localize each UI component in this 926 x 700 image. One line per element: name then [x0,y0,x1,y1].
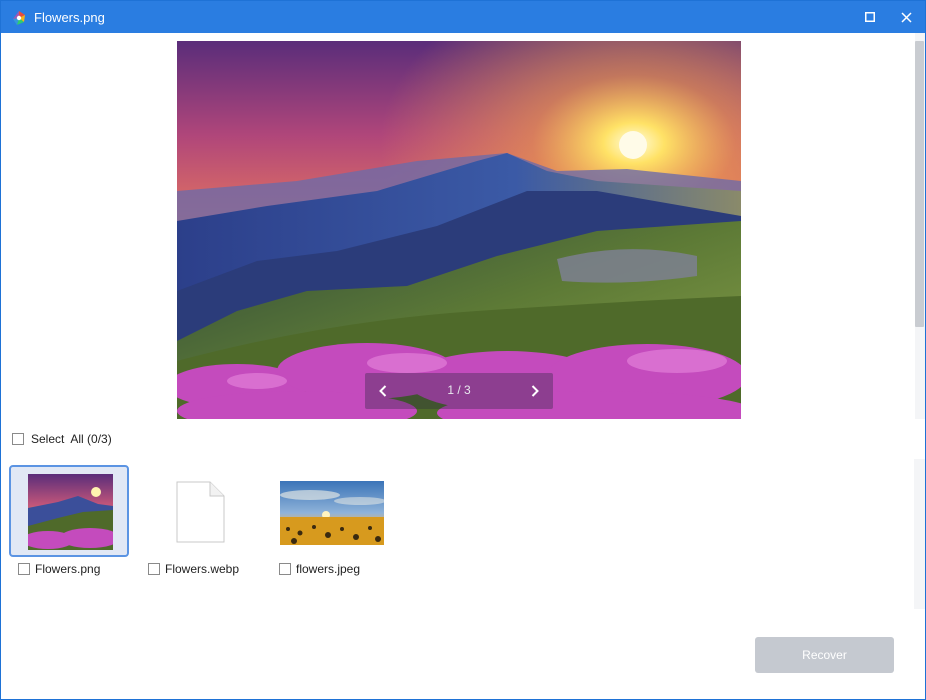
file-preview-window: Flowers.png 1 / 3 Select All (0/3) Flowe… [0,0,926,700]
file-thumbnail-frame[interactable] [270,465,390,557]
chevron-left-icon [379,385,387,397]
close-button[interactable] [889,1,923,33]
window-title: Flowers.png [34,10,105,25]
recover-button[interactable]: Recover [755,637,894,673]
previous-image-button[interactable] [365,373,401,409]
file-select-row[interactable]: Flowers.webp [148,562,239,576]
image-pager: 1 / 3 [365,373,553,409]
checkbox[interactable] [12,433,24,445]
file-thumbnail [28,474,113,550]
file-name: Flowers.png [35,562,101,576]
maximize-icon [865,12,875,22]
page-indicator: 1 / 3 [447,383,471,397]
close-icon [900,11,912,23]
file-name: flowers.jpeg [296,562,361,576]
file-thumbnail [280,481,384,545]
select-all-checkbox[interactable]: Select All (0/3) [12,431,112,447]
file-select-row[interactable]: Flowers.png [18,562,100,576]
chevron-right-icon [531,385,539,397]
preview-area: 1 / 3 [1,33,915,419]
checkbox[interactable] [148,563,160,575]
files-list: Flowers.png Flowers.webp flowers.jpeg [1,459,915,609]
file-thumbnail-frame[interactable] [139,465,259,557]
maximize-button[interactable] [853,1,887,33]
preview-image: 1 / 3 [177,41,741,419]
file-item[interactable]: Flowers.png [9,465,133,581]
preview-scrollbar-thumb[interactable] [915,41,924,327]
file-item[interactable]: Flowers.webp [139,465,263,581]
file-item[interactable]: flowers.jpeg [270,465,394,581]
select-all-label: Select All (0/3) [31,432,112,446]
checkbox[interactable] [18,563,30,575]
file-select-row[interactable]: flowers.jpeg [279,562,360,576]
generic-file-icon [176,481,226,543]
app-icon [11,10,27,26]
next-image-button[interactable] [517,373,553,409]
checkbox[interactable] [279,563,291,575]
file-name: Flowers.webp [165,562,240,576]
title-bar: Flowers.png [1,1,925,33]
file-thumbnail-frame[interactable] [9,465,129,557]
files-scrollbar-track[interactable] [914,459,925,609]
